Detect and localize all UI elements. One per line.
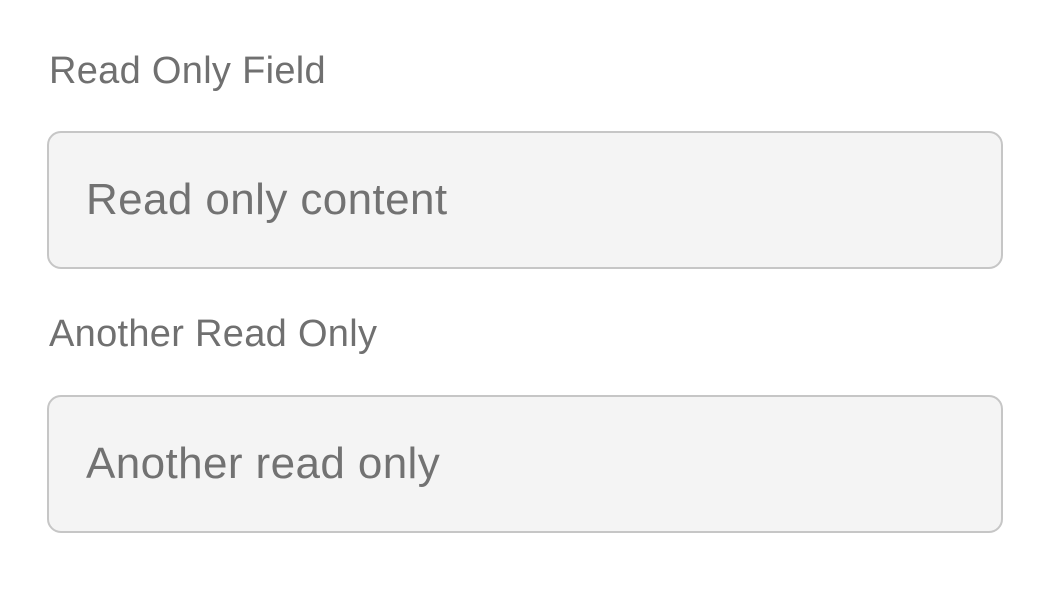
another-read-only-input[interactable]: Another read only <box>47 395 1003 533</box>
another-read-only-value: Another read only <box>86 439 441 488</box>
another-read-only-label: Another Read Only <box>49 313 378 355</box>
read-only-form: Read Only Field Read only content Anothe… <box>0 0 1050 600</box>
read-only-field-input[interactable]: Read only content <box>47 131 1003 269</box>
read-only-field-value: Read only content <box>86 175 448 224</box>
read-only-field-label: Read Only Field <box>49 50 326 92</box>
